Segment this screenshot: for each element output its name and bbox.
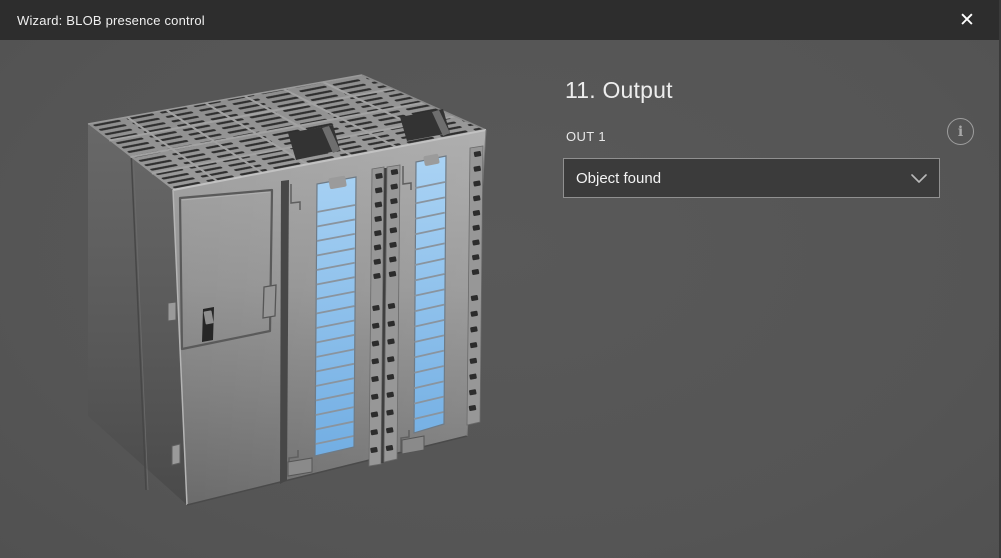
info-icon[interactable]: i — [947, 118, 974, 145]
page-title: 11. Output — [565, 77, 673, 104]
window-title: Wizard: BLOB presence control — [17, 13, 205, 28]
plc-blue-strip-1 — [315, 176, 356, 456]
plc-led-column-right — [467, 146, 483, 425]
out1-dropdown[interactable]: Object found — [563, 158, 940, 198]
chevron-down-icon — [911, 174, 927, 183]
titlebar: Wizard: BLOB presence control ✕ — [0, 0, 1001, 40]
out1-label: OUT 1 — [566, 129, 606, 144]
plc-led-columns — [369, 165, 400, 466]
plc-3d-illustration — [0, 0, 1001, 558]
out1-dropdown-value: Object found — [576, 170, 911, 187]
close-icon[interactable]: ✕ — [945, 0, 989, 40]
plc-blue-strip-2 — [414, 154, 446, 433]
